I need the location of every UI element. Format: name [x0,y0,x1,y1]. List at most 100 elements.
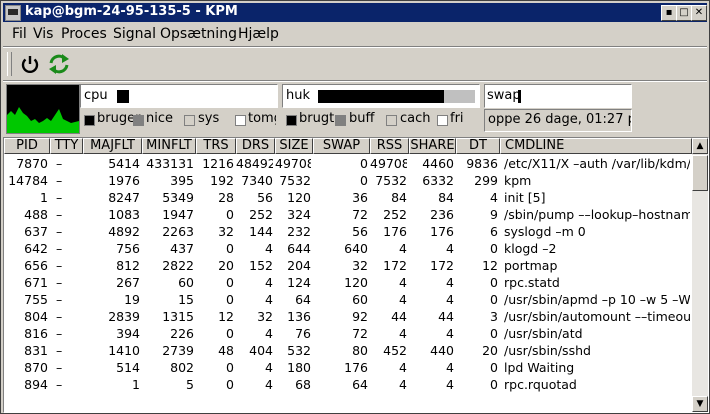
cell-trs: 192 [210,173,234,188]
cell-swap: 56 [352,224,368,239]
cell-drs: 32 [257,309,273,324]
column-header-cmdline[interactable]: CMDLINE [500,138,692,154]
cell-trs: 12 [218,309,234,324]
menu-view[interactable]: Vis [33,26,53,42]
cell-minflt: 60 [178,275,194,290]
cell-rss: 4 [399,360,407,375]
table-row[interactable]: 656– 812 2822 20 152 204 32 172 172 12 portmap [4,257,690,274]
cell-trs: 0 [226,241,234,256]
cell-share: 4 [446,275,454,290]
cell-majflt: 1083 [108,207,140,222]
table-row[interactable]: 831– 1410 2739 48 404 532 80 452 440 20/usr/sbin/… [4,342,690,359]
process-table[interactable]: PID TTY MAJFLT MINFLT TRS DRS SIZE SWAP … [3,137,709,413]
cell-swap: 60 [352,292,368,307]
cell-drs: 48492 [236,156,273,171]
menu-signal[interactable]: Signal [113,26,156,42]
user-legend-swatch [84,115,95,126]
cell-pid: 637 [24,224,48,239]
cell-pid: 642 [24,241,48,256]
menu-help[interactable]: Hjælp [238,26,279,42]
cell-cmdline: /usr/sbin/apmd –p 10 –w 5 –W [504,292,690,307]
cell-tty: – [56,360,63,375]
swap-label: swap [487,88,518,103]
column-header-size[interactable]: SIZE [275,138,313,154]
table-row[interactable]: 488– 1083 1947 0 252 324 72 252 236 9/sbin/pump –… [4,206,690,223]
column-header-tty[interactable]: TTY [50,138,83,154]
cache-legend-swatch [386,115,397,126]
table-row[interactable]: 894– 1 5 0 4 68 64 4 4 0 rpc.rquotad [4,376,690,393]
power-icon[interactable] [17,51,43,77]
title-bar[interactable]: kap@bgm-24-95-135-5 - KPM ▪ □ ✕ [3,3,707,22]
cell-pid: 656 [24,258,48,273]
column-header-pid[interactable]: PID [4,138,50,154]
cell-minflt: 1947 [162,207,194,222]
cell-majflt: 514 [116,360,140,375]
load-graph [6,84,80,134]
cell-drs: 252 [249,207,273,222]
minimize-button[interactable]: ▪ [661,5,677,21]
table-row[interactable]: 671– 267 60 0 4 124 120 4 4 0 rpc.statd [4,274,690,291]
cell-trs: 0 [226,360,234,375]
table-row[interactable]: 637– 4892 2263 32 144 232 56 176 176 6 syslogd –m … [4,223,690,240]
table-row[interactable]: 816– 394 226 0 4 76 72 4 4 0/usr/sbin/atd [4,325,690,342]
menu-process[interactable]: Proces [61,26,107,42]
cell-rss: 44 [391,309,407,324]
menu-file[interactable]: Fil [12,26,27,42]
scroll-down-icon[interactable]: ▼ [692,396,708,412]
toolbar [3,48,707,78]
cell-share: 4 [446,292,454,307]
cell-swap: 92 [352,309,368,324]
scroll-thumb[interactable] [692,155,708,191]
cell-dt: 0 [490,326,498,341]
close-button[interactable]: ✕ [691,5,707,21]
cell-majflt: 756 [116,241,140,256]
menu-settings[interactable]: Opsætning [160,26,237,42]
cell-drs: 4 [265,292,273,307]
cell-tty: – [56,173,63,188]
column-header-trs[interactable]: TRS [196,138,236,154]
table-row[interactable]: 755– 19 15 0 4 64 60 4 4 0/usr/sbin/apmd –p 10 –w… [4,291,690,308]
table-row[interactable]: 804– 2839 1315 12 32 136 92 44 44 3/usr/sbin/auto… [4,308,690,325]
column-header-drs[interactable]: DRS [236,138,275,154]
vertical-scrollbar[interactable]: ▲ ▼ [692,138,708,412]
cpu-bar-fill [117,90,129,103]
cell-dt: 4 [490,190,498,205]
cell-dt: 12 [482,258,498,273]
cell-tty: – [56,275,63,290]
cell-tty: – [56,292,63,307]
cell-share: 4 [446,360,454,375]
column-header-rss[interactable]: RSS [370,138,409,154]
maximize-button[interactable]: □ [676,5,692,21]
cell-trs: 0 [226,292,234,307]
cell-cmdline: rpc.rquotad [504,377,577,392]
column-header-share[interactable]: SHARE [409,138,456,154]
column-header-majflt[interactable]: MAJFLT [83,138,142,154]
table-row[interactable]: 642– 756 437 0 4 644 640 4 4 0 klogd –2 [4,240,690,257]
refresh-icon[interactable] [46,51,72,77]
column-header-minflt[interactable]: MINFLT [142,138,196,154]
scroll-up-icon[interactable]: ▲ [692,138,708,154]
cell-cmdline: rpc.statd [504,275,560,290]
cell-dt: 0 [490,241,498,256]
cell-size: 644 [287,241,311,256]
column-header-dt[interactable]: DT [456,138,500,154]
cell-cmdline: /usr/sbin/automount ––timeout [504,309,690,324]
free-legend-swatch [437,115,448,126]
cell-cmdline: init [5] [504,190,546,205]
table-row[interactable]: 14784– 1976 395 192 7340 7532 0 7532 6332 299 kpm [4,172,690,189]
cell-share: 44 [438,309,454,324]
toolbar-grip[interactable] [7,52,12,76]
cell-pid: 1 [40,190,48,205]
column-header-swap[interactable]: SWAP [313,138,370,154]
cell-minflt: 2822 [162,258,194,273]
cell-dt: 6 [490,224,498,239]
table-row[interactable]: 7870–5414 433131 1216 48492 49708 0 49708 4460 9… [4,155,690,172]
cell-pid: 671 [24,275,48,290]
swap-bar-field: swap [484,84,632,108]
cell-trs: 0 [226,377,234,392]
cell-drs: 4 [265,377,273,392]
table-row[interactable]: 870– 514 802 0 4 180 176 4 4 0 lpd Waiting [4,359,690,376]
window-icon[interactable] [5,5,21,21]
table-row[interactable]: 1– 8247 5349 28 56 120 36 84 84 4 init [5] [4,189,690,206]
cell-dt: 20 [482,343,498,358]
